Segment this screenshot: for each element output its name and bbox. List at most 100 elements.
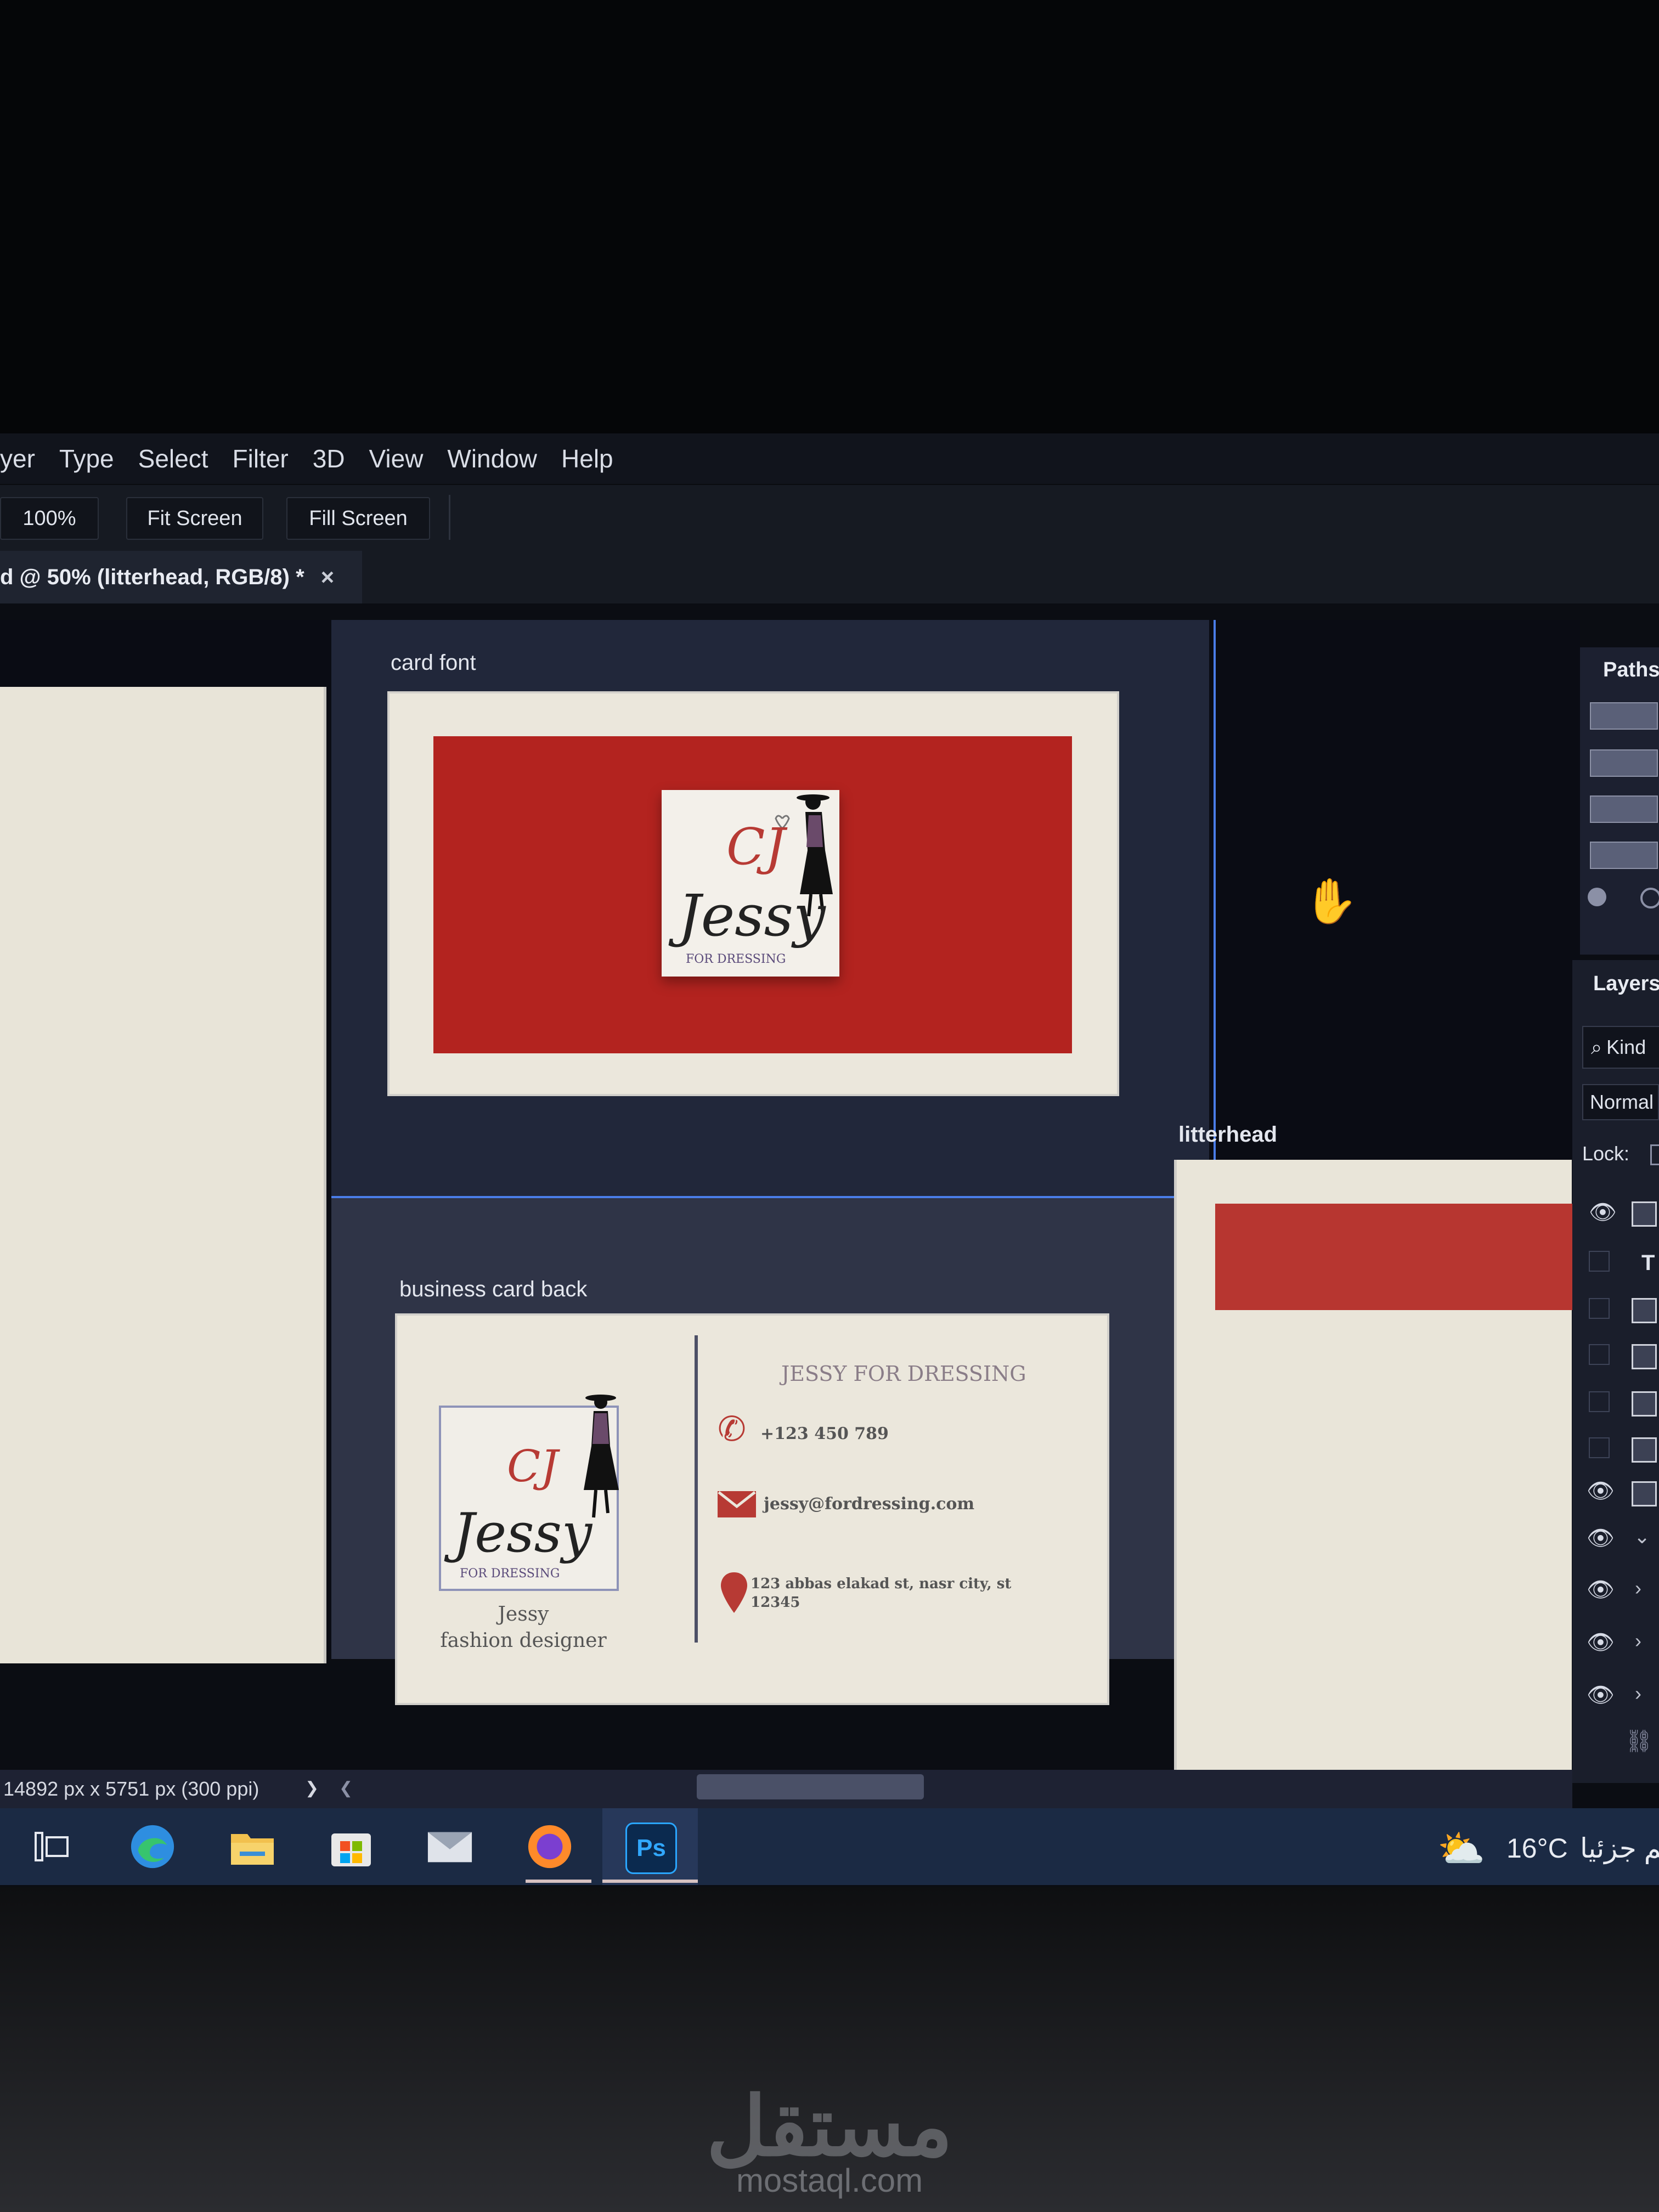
visibility-eye-icon[interactable]: 👁 bbox=[1587, 1577, 1615, 1602]
path-thumbnail[interactable] bbox=[1590, 842, 1658, 869]
layer-thumbnail[interactable] bbox=[1632, 1344, 1657, 1369]
visibility-eye-icon[interactable]: 👁 bbox=[1589, 1199, 1617, 1225]
menu-type[interactable]: Type bbox=[47, 444, 126, 473]
photoshop-icon[interactable]: Ps bbox=[625, 1822, 677, 1874]
visibility-eye-icon[interactable]: 👁 bbox=[1587, 1478, 1615, 1504]
visibility-toggle[interactable] bbox=[1589, 1251, 1610, 1272]
horizontal-scrollbar-thumb[interactable] bbox=[697, 1774, 924, 1799]
chevron-right-icon[interactable]: › bbox=[1635, 1629, 1641, 1652]
card-back-role: fashion designer bbox=[440, 1629, 607, 1652]
layer-thumbnail[interactable] bbox=[1632, 1391, 1657, 1417]
document-tab-title: d @ 50% (litterhead, RGB/8) * bbox=[0, 565, 304, 589]
menu-bar: yer Type Select Filter 3D View Window He… bbox=[0, 433, 1659, 484]
blend-mode-select[interactable]: Normal bbox=[1582, 1084, 1659, 1120]
layer-thumbnail[interactable] bbox=[1632, 1298, 1657, 1323]
firefox-icon[interactable] bbox=[526, 1822, 574, 1871]
windows-taskbar: Ps ⛅ 16°C غائم جزئيا bbox=[0, 1808, 1659, 1885]
kind-filter[interactable]: ⌕ Kind bbox=[1582, 1026, 1659, 1069]
file-explorer-icon[interactable] bbox=[228, 1822, 276, 1871]
microsoft-store-icon[interactable] bbox=[327, 1822, 375, 1871]
monitor-screen: yer Type Select Filter 3D View Window He… bbox=[0, 433, 1659, 1887]
card-back-logo: CJ Jessy FOR DRESSING bbox=[439, 1395, 619, 1591]
letterhead-artboard[interactable] bbox=[1174, 1160, 1577, 1846]
close-icon[interactable]: × bbox=[321, 564, 335, 590]
layer-thumbnail[interactable] bbox=[1632, 1201, 1657, 1227]
mail-icon bbox=[718, 1491, 756, 1517]
visibility-eye-icon[interactable]: 👁 bbox=[1587, 1629, 1615, 1655]
card-back-address-1: 123 abbas elakad st, nasr city, st bbox=[751, 1576, 1012, 1592]
watermark-url: mostaql.com bbox=[736, 2162, 923, 2199]
temperature[interactable]: 16°C bbox=[1506, 1832, 1568, 1864]
card-front-logo: CJ Jessy FOR DRESSING bbox=[662, 790, 839, 977]
menu-window[interactable]: Window bbox=[435, 444, 549, 473]
weather-text[interactable]: غائم جزئيا bbox=[1580, 1832, 1659, 1864]
chevron-right-icon[interactable]: › bbox=[1635, 1682, 1641, 1705]
phone-icon: ✆ bbox=[718, 1410, 746, 1448]
document-tab[interactable]: d @ 50% (litterhead, RGB/8) * × bbox=[0, 551, 362, 603]
status-expand-icon[interactable]: ❯ bbox=[305, 1779, 319, 1798]
search-icon: ⌕ bbox=[1591, 1035, 1602, 1058]
visibility-toggle[interactable] bbox=[1589, 1344, 1610, 1365]
path-thumbnail[interactable] bbox=[1590, 795, 1658, 823]
artboard-label-letterhead[interactable]: litterhead bbox=[1178, 1122, 1277, 1147]
menu-help[interactable]: Help bbox=[549, 444, 625, 473]
lock-label: Lock: bbox=[1582, 1142, 1630, 1165]
chevron-right-icon[interactable]: › bbox=[1635, 1577, 1641, 1600]
text-layer-icon[interactable]: T bbox=[1641, 1251, 1655, 1276]
card-back-divider bbox=[695, 1335, 698, 1643]
weather-partly-cloudy-icon[interactable]: ⛅ bbox=[1437, 1827, 1485, 1872]
card-front-artboard[interactable]: CJ Jessy FOR DRESSING bbox=[387, 691, 1119, 1096]
task-view-icon[interactable] bbox=[27, 1822, 76, 1871]
mail-app-icon[interactable] bbox=[426, 1822, 474, 1871]
paths-panel: Paths bbox=[1580, 647, 1659, 955]
card-front-initials: CJ bbox=[726, 817, 786, 876]
card-back-phone: +123 450 789 bbox=[760, 1424, 889, 1443]
hand-cursor-icon: ✋ bbox=[1304, 877, 1358, 926]
path-thumbnail[interactable] bbox=[1590, 749, 1658, 777]
card-back-logo-name: Jessy bbox=[453, 1502, 592, 1565]
link-layers-icon[interactable]: ⛓ bbox=[1625, 1728, 1653, 1754]
path-thumbnail[interactable] bbox=[1590, 702, 1658, 730]
document-tab-bar: d @ 50% (litterhead, RGB/8) * × bbox=[0, 551, 1659, 603]
horizontal-guide[interactable] bbox=[331, 1196, 1176, 1198]
card-back-person-name: Jessy bbox=[498, 1603, 549, 1626]
scroll-left-icon[interactable]: ❮ bbox=[339, 1779, 353, 1798]
left-artboard[interactable] bbox=[0, 687, 326, 1663]
firefox-active-indicator bbox=[526, 1880, 591, 1883]
paths-panel-title[interactable]: Paths bbox=[1603, 658, 1659, 682]
layers-panel-title[interactable]: Layers bbox=[1593, 972, 1659, 996]
layer-thumbnail[interactable] bbox=[1632, 1437, 1657, 1463]
visibility-eye-icon[interactable]: 👁 bbox=[1587, 1682, 1615, 1708]
letterhead-red-band bbox=[1215, 1204, 1577, 1310]
visibility-eye-icon[interactable]: 👁 bbox=[1587, 1525, 1615, 1551]
menu-select[interactable]: Select bbox=[126, 444, 221, 473]
fit-screen-button[interactable]: Fit Screen bbox=[126, 497, 263, 540]
card-back-initials: CJ bbox=[507, 1441, 558, 1492]
card-back-logo-sub: FOR DRESSING bbox=[460, 1567, 560, 1581]
artboard-label-card-back[interactable]: business card back bbox=[399, 1277, 587, 1302]
zoom-100-button[interactable]: 100% bbox=[0, 497, 99, 540]
menu-3d[interactable]: 3D bbox=[301, 444, 357, 473]
fill-screen-button[interactable]: Fill Screen bbox=[286, 497, 430, 540]
menu-layer[interactable]: yer bbox=[0, 444, 47, 473]
visibility-toggle[interactable] bbox=[1589, 1437, 1610, 1458]
card-front-logo-name: Jessy bbox=[678, 882, 826, 949]
edge-browser-icon[interactable] bbox=[128, 1822, 177, 1871]
visibility-toggle[interactable] bbox=[1589, 1391, 1610, 1412]
layer-thumbnail[interactable] bbox=[1632, 1481, 1657, 1506]
watermark-brand: مستقل bbox=[706, 2080, 953, 2172]
card-back-address-2: 12345 bbox=[751, 1594, 800, 1611]
chevron-down-icon[interactable]: ⌄ bbox=[1634, 1525, 1650, 1548]
photoshop-active-indicator bbox=[602, 1880, 698, 1883]
location-pin-icon bbox=[721, 1572, 747, 1613]
artboard-label-card-front[interactable]: card font bbox=[391, 651, 476, 675]
menu-view[interactable]: View bbox=[357, 444, 436, 473]
options-divider bbox=[449, 495, 450, 540]
fill-path-icon[interactable] bbox=[1588, 888, 1606, 906]
menu-filter[interactable]: Filter bbox=[221, 444, 301, 473]
lock-pixels-icon[interactable] bbox=[1650, 1144, 1659, 1165]
visibility-toggle[interactable] bbox=[1589, 1298, 1610, 1319]
card-back-artboard[interactable]: CJ Jessy FOR DRESSING Jessy fashion desi… bbox=[395, 1313, 1109, 1705]
card-back-email: jessy@fordressing.com bbox=[764, 1494, 975, 1514]
stroke-path-icon[interactable] bbox=[1640, 888, 1659, 909]
